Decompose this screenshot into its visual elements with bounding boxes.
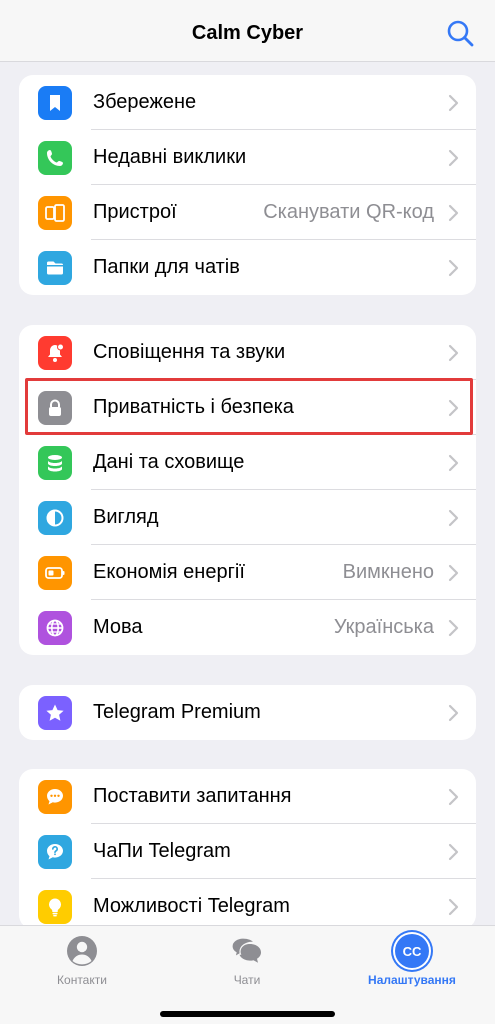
- tab-contacts[interactable]: Контакти: [22, 934, 142, 987]
- person-circle-icon: [67, 936, 97, 966]
- folder-icon: [38, 251, 72, 285]
- chevron-right-icon: [448, 399, 459, 417]
- settings-item-label: Telegram Premium: [93, 701, 261, 723]
- chevron-right-icon: [448, 898, 459, 916]
- settings-item-label: ЧаПи Telegram: [93, 840, 231, 862]
- bell-icon: [38, 336, 72, 370]
- settings-item-label: Мова: [93, 616, 143, 638]
- question-icon: [38, 835, 72, 869]
- settings-item-label: Пристрої: [93, 201, 177, 223]
- search-button[interactable]: [445, 18, 477, 50]
- database-icon: [38, 446, 72, 480]
- settings-item-value: Сканувати QR-код: [263, 201, 434, 223]
- chevron-right-icon: [448, 619, 459, 637]
- chevron-right-icon: [448, 509, 459, 527]
- settings-item-label: Поставити запитання: [93, 785, 292, 807]
- chevron-right-icon: [448, 788, 459, 806]
- chevron-right-icon: [448, 344, 459, 362]
- home-indicator: [160, 1011, 335, 1017]
- settings-item-data-storage[interactable]: Дані та сховище: [19, 435, 476, 490]
- settings-item-label: Папки для чатів: [93, 256, 240, 278]
- chevron-right-icon: [448, 704, 459, 722]
- tab-bar: Контакти Чати CC Налаштування: [0, 925, 495, 1024]
- settings-item-ask-question[interactable]: Поставити запитання: [19, 769, 476, 824]
- settings-item-recent-calls[interactable]: Недавні виклики: [19, 130, 476, 185]
- chevron-right-icon: [448, 454, 459, 472]
- chevron-right-icon: [448, 94, 459, 112]
- tab-label: Чати: [233, 973, 261, 987]
- settings-item-value: Вимкнено: [342, 561, 434, 583]
- appearance-icon: [38, 501, 72, 535]
- nav-header: Calm Cyber: [0, 0, 495, 62]
- settings-item-language[interactable]: Мова Українська: [19, 600, 476, 655]
- lightbulb-icon: [38, 890, 72, 924]
- tab-settings[interactable]: CC Налаштування: [352, 934, 472, 987]
- settings-item-label: Економія енергії: [93, 561, 245, 583]
- settings-group-preferences: Сповіщення та звуки Приватність і безпек…: [19, 325, 476, 655]
- tab-label: Контакти: [57, 973, 107, 987]
- tab-label: Налаштування: [368, 973, 456, 987]
- lock-icon: [38, 391, 72, 425]
- settings-item-features[interactable]: Можливості Telegram: [19, 879, 476, 929]
- settings-item-telegram-premium[interactable]: Telegram Premium: [19, 685, 476, 740]
- star-icon: [38, 696, 72, 730]
- chevron-right-icon: [448, 843, 459, 861]
- avatar: CC: [395, 934, 429, 968]
- settings-item-faq[interactable]: ЧаПи Telegram: [19, 824, 476, 879]
- tab-chats[interactable]: Чати: [187, 934, 307, 987]
- settings-group-help: Поставити запитання ЧаПи Telegram Можлив…: [19, 769, 476, 929]
- globe-icon: [38, 611, 72, 645]
- settings-item-chat-folders[interactable]: Папки для чатів: [19, 240, 476, 295]
- settings-item-power-saving[interactable]: Економія енергії Вимкнено: [19, 545, 476, 600]
- settings-item-label: Вигляд: [93, 506, 159, 528]
- bookmark-icon: [38, 86, 72, 120]
- settings-item-appearance[interactable]: Вигляд: [19, 490, 476, 545]
- devices-icon: [38, 196, 72, 230]
- settings-item-label: Недавні виклики: [93, 146, 247, 168]
- settings-item-saved[interactable]: Збережене: [19, 75, 476, 130]
- settings-group-general: Збережене Недавні виклики Пристрої Скану…: [19, 75, 476, 295]
- settings-item-label: Можливості Telegram: [93, 895, 290, 917]
- settings-item-label: Дані та сховище: [93, 451, 245, 473]
- settings-item-devices[interactable]: Пристрої Сканувати QR-код: [19, 185, 476, 240]
- battery-icon: [38, 556, 72, 590]
- page-title: Calm Cyber: [191, 22, 304, 44]
- settings-item-label: Сповіщення та звуки: [93, 341, 286, 363]
- settings-item-notifications[interactable]: Сповіщення та звуки: [19, 325, 476, 380]
- settings-item-label: Приватність і безпека: [93, 396, 294, 418]
- search-icon: [447, 20, 474, 47]
- chevron-right-icon: [448, 204, 459, 222]
- phone-icon: [38, 141, 72, 175]
- settings-item-privacy-security[interactable]: Приватність і безпека: [19, 380, 476, 435]
- chevron-right-icon: [448, 149, 459, 167]
- chevron-right-icon: [448, 259, 459, 277]
- chevron-right-icon: [448, 564, 459, 582]
- settings-item-label: Збережене: [93, 91, 197, 113]
- chat-dots-icon: [38, 780, 72, 814]
- chat-bubbles-icon: [231, 937, 261, 963]
- settings-group-premium: Telegram Premium: [19, 685, 476, 740]
- settings-item-value: Українська: [333, 616, 434, 638]
